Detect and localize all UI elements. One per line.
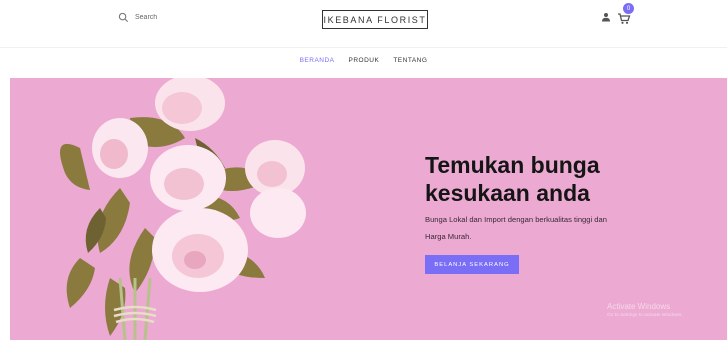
hero-title: Temukan bunga kesukaan anda	[425, 151, 685, 207]
shop-now-button[interactable]: BELANJA SEKARANG	[425, 255, 519, 274]
watermark-subtitle: Go to Settings to activate Windows.	[607, 313, 683, 318]
search-icon[interactable]	[118, 12, 129, 23]
site-header: IKEBANA FLORIST 0	[0, 0, 727, 46]
nav-item-produk[interactable]: PRODUK	[349, 57, 380, 64]
watermark-title: Activate Windows	[607, 302, 671, 311]
search-bar[interactable]	[118, 12, 215, 23]
header-divider	[0, 47, 727, 48]
hero-subtitle-line-2: Harga Murah.	[425, 232, 472, 241]
main-nav: BERANDA PRODUK TENTANG	[0, 57, 727, 64]
hero-title-line-1: Temukan bunga	[425, 152, 600, 178]
cart-count-badge: 0	[623, 3, 634, 14]
peony-bouquet-image	[60, 78, 306, 340]
hero-subtitle-line-1: Bunga Lokal dan Import dengan berkualita…	[425, 215, 607, 224]
site-logo[interactable]: IKEBANA FLORIST	[322, 10, 428, 29]
nav-item-tentang[interactable]: TENTANG	[393, 57, 427, 64]
search-input[interactable]	[135, 14, 215, 21]
nav-item-beranda[interactable]: BERANDA	[300, 57, 335, 64]
hero-banner	[10, 78, 727, 340]
hero-title-line-2: kesukaan anda	[425, 180, 590, 206]
hero-subtitle: Bunga Lokal dan Import dengan berkualita…	[425, 211, 650, 245]
activate-windows-watermark: Activate Windows Go to Settings to activ…	[607, 302, 683, 318]
user-icon[interactable]	[601, 12, 611, 22]
